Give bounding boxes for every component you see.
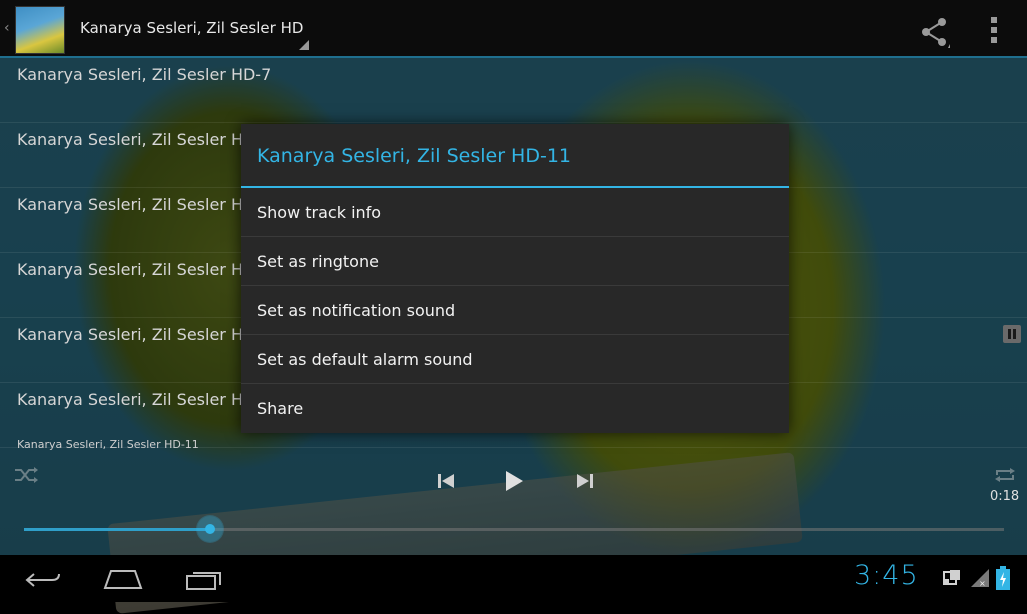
spinner-corner-icon <box>299 40 309 50</box>
pause-icon[interactable] <box>1003 325 1021 343</box>
menu-item-label: Set as ringtone <box>257 252 379 271</box>
track-label: Kanarya Sesleri, Zil Sesler H <box>17 130 243 149</box>
battery-icon <box>996 566 1010 590</box>
menu-item-label: Set as notification sound <box>257 301 456 320</box>
track-options-dialog: Kanarya Sesleri, Zil Sesler HD-11 Show t… <box>241 124 789 433</box>
seek-bar-thumb[interactable] <box>197 516 224 542</box>
up-caret-icon[interactable]: ‹ <box>4 20 10 36</box>
track-label: Kanarya Sesleri, Zil Sesler H <box>17 390 243 409</box>
notification-icon[interactable] <box>942 568 962 588</box>
menu-item-set-ringtone[interactable]: Set as ringtone <box>241 237 789 286</box>
action-bar: ‹ Kanarya Sesleri, Zil Sesler HD <box>0 0 1027 58</box>
menu-item-share[interactable]: Share <box>241 384 789 433</box>
menu-item-label: Show track info <box>257 203 382 222</box>
overflow-menu-icon[interactable] <box>986 16 1002 44</box>
play-icon[interactable] <box>504 470 524 492</box>
track-label: Kanarya Sesleri, Zil Sesler H <box>17 260 243 279</box>
track-label: Kanarya Sesleri, Zil Sesler H <box>17 325 243 344</box>
track-label: Kanarya Sesleri, Zil Sesler HD-7 <box>17 65 272 84</box>
previous-track-icon[interactable] <box>436 472 456 490</box>
share-icon[interactable] <box>918 16 950 48</box>
seek-bar[interactable] <box>24 528 1004 531</box>
menu-item-show-track-info[interactable]: Show track info <box>241 188 789 237</box>
home-icon[interactable] <box>103 568 143 590</box>
repeat-icon[interactable] <box>994 466 1016 484</box>
menu-item-set-alarm[interactable]: Set as default alarm sound <box>241 335 789 384</box>
back-icon[interactable] <box>24 570 62 590</box>
next-track-icon[interactable] <box>575 472 595 490</box>
dialog-title: Kanarya Sesleri, Zil Sesler HD-11 <box>257 145 572 167</box>
app-title: Kanarya Sesleri, Zil Sesler HD <box>80 19 304 37</box>
track-list-item[interactable]: Kanarya Sesleri, Zil Sesler HD-7 <box>0 58 1027 123</box>
app-icon[interactable] <box>15 6 65 54</box>
now-playing-title: Kanarya Sesleri, Zil Sesler HD-11 <box>17 438 199 451</box>
signal-icon: × <box>971 569 989 588</box>
dialog-title-bar: Kanarya Sesleri, Zil Sesler HD-11 <box>241 124 789 188</box>
menu-item-set-notification[interactable]: Set as notification sound <box>241 286 789 335</box>
elapsed-time: 0:18 <box>990 489 1020 504</box>
svg-text:×: × <box>979 579 986 588</box>
status-clock: 3:45 <box>854 560 919 591</box>
menu-item-label: Set as default alarm sound <box>257 350 473 369</box>
recent-apps-icon[interactable] <box>185 568 223 590</box>
menu-item-label: Share <box>257 399 304 418</box>
shuffle-icon[interactable] <box>14 466 38 484</box>
track-label: Kanarya Sesleri, Zil Sesler H <box>17 195 243 214</box>
seek-bar-progress <box>24 528 211 531</box>
